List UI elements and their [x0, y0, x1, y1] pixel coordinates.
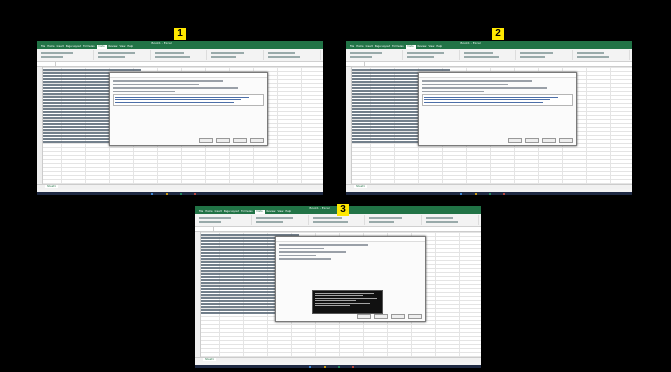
- ribbon-group[interactable]: [266, 50, 321, 60]
- tab-help[interactable]: Help: [127, 45, 133, 49]
- tab-formulas[interactable]: Formulas: [83, 45, 94, 49]
- tab-review[interactable]: Review: [109, 45, 118, 49]
- finish-button[interactable]: [407, 314, 422, 319]
- sheet-tab[interactable]: Sheet1: [45, 185, 58, 188]
- screenshot-panel-2: 2 Book1 - Excel File Home Insert Page La…: [346, 28, 632, 195]
- tab-view[interactable]: View: [119, 45, 125, 49]
- ribbon-group[interactable]: [254, 215, 309, 225]
- cancel-button[interactable]: [356, 314, 371, 319]
- panel-number-badge: 2: [492, 28, 504, 40]
- back-button[interactable]: [373, 314, 388, 319]
- tab-formulas[interactable]: Formulas: [392, 45, 403, 49]
- tab-review[interactable]: Review: [418, 45, 427, 49]
- tab-file[interactable]: File: [350, 45, 354, 49]
- tab-review[interactable]: Review: [267, 210, 276, 214]
- screenshot-panel-1: 1 Book1 - Excel File Home Insert Page La…: [37, 28, 323, 195]
- name-box[interactable]: [37, 62, 56, 66]
- dialog-title: [418, 73, 576, 78]
- tab-data[interactable]: Data: [405, 45, 416, 49]
- ribbon-group[interactable]: [96, 50, 151, 60]
- cancel-button[interactable]: [198, 138, 213, 143]
- panel-number-badge: 3: [337, 204, 349, 216]
- tab-home[interactable]: Home: [47, 45, 54, 49]
- dialog-buttons: [198, 138, 264, 143]
- data-preview: [112, 94, 264, 106]
- excel-window: Book1 - Excel File Home Insert Page Layo…: [195, 206, 481, 368]
- finish-button[interactable]: [249, 138, 264, 143]
- dialog-buttons: [356, 314, 422, 319]
- text-import-dialog[interactable]: [108, 72, 268, 146]
- next-button[interactable]: [541, 138, 556, 143]
- taskbar: [346, 192, 632, 195]
- tab-file[interactable]: File: [41, 45, 45, 49]
- tab-insert[interactable]: Insert: [366, 45, 373, 49]
- ribbon-group[interactable]: [209, 50, 265, 60]
- ribbon-group[interactable]: [462, 50, 517, 60]
- ribbon-group[interactable]: [405, 50, 460, 60]
- spreadsheet-grid[interactable]: [37, 67, 323, 185]
- tab-page-layout[interactable]: Page Layout: [224, 210, 239, 214]
- ribbon-group[interactable]: [424, 215, 479, 225]
- back-button[interactable]: [524, 138, 539, 143]
- title-bar: Book1 - Excel: [346, 41, 632, 45]
- spreadsheet-grid[interactable]: [346, 67, 632, 185]
- name-box[interactable]: [195, 227, 214, 231]
- back-button[interactable]: [215, 138, 230, 143]
- tab-help[interactable]: Help: [285, 210, 291, 214]
- title-bar: Book1 - Excel: [37, 41, 323, 45]
- sheet-tab[interactable]: Sheet1: [203, 358, 216, 361]
- next-button[interactable]: [390, 314, 405, 319]
- window-title: Book1 - Excel: [460, 41, 481, 45]
- dialog-title: [276, 237, 425, 242]
- ribbon: [37, 49, 323, 62]
- taskbar: [37, 192, 323, 195]
- tab-page-layout[interactable]: Page Layout: [375, 45, 390, 49]
- dialog-buttons: [507, 138, 573, 143]
- next-button[interactable]: [232, 138, 247, 143]
- tab-help[interactable]: Help: [436, 45, 442, 49]
- finish-button[interactable]: [558, 138, 573, 143]
- taskbar: [195, 365, 481, 368]
- tab-view[interactable]: View: [428, 45, 434, 49]
- tab-home[interactable]: Home: [205, 210, 212, 214]
- tab-file[interactable]: File: [199, 210, 203, 214]
- ribbon-group[interactable]: [575, 50, 630, 60]
- tab-data[interactable]: Data: [96, 45, 107, 49]
- screenshot-panel-3: 3 Book1 - Excel File Home Insert Page La…: [195, 201, 481, 368]
- tab-formulas[interactable]: Formulas: [241, 210, 252, 214]
- data-preview: [421, 94, 573, 106]
- window-title: Book1 - Excel: [151, 41, 172, 45]
- ribbon: [346, 49, 632, 62]
- name-box[interactable]: [346, 62, 365, 66]
- tab-home[interactable]: Home: [356, 45, 363, 49]
- spreadsheet-grid[interactable]: [195, 232, 481, 358]
- excel-window: Book1 - Excel File Home Insert Page Layo…: [346, 41, 632, 195]
- ribbon-group[interactable]: [367, 215, 423, 225]
- text-import-dialog[interactable]: [417, 72, 577, 146]
- tab-page-layout[interactable]: Page Layout: [66, 45, 81, 49]
- data-preview-console: [312, 290, 383, 314]
- ribbon-group[interactable]: [39, 50, 94, 60]
- excel-window: Book1 - Excel File Home Insert Page Layo…: [37, 41, 323, 195]
- sheet-tab[interactable]: Sheet1: [354, 185, 367, 188]
- ribbon-group[interactable]: [311, 215, 366, 225]
- window-title: Book1 - Excel: [309, 206, 330, 210]
- tab-insert[interactable]: Insert: [215, 210, 222, 214]
- ribbon-group[interactable]: [153, 50, 208, 60]
- ribbon-group[interactable]: [518, 50, 574, 60]
- panel-number-badge: 1: [174, 28, 186, 40]
- tab-insert[interactable]: Insert: [57, 45, 64, 49]
- ribbon-group[interactable]: [348, 50, 403, 60]
- cancel-button[interactable]: [507, 138, 522, 143]
- ribbon-group[interactable]: [197, 215, 252, 225]
- tab-data[interactable]: Data: [254, 210, 265, 214]
- tab-view[interactable]: View: [277, 210, 283, 214]
- dialog-title: [109, 73, 267, 78]
